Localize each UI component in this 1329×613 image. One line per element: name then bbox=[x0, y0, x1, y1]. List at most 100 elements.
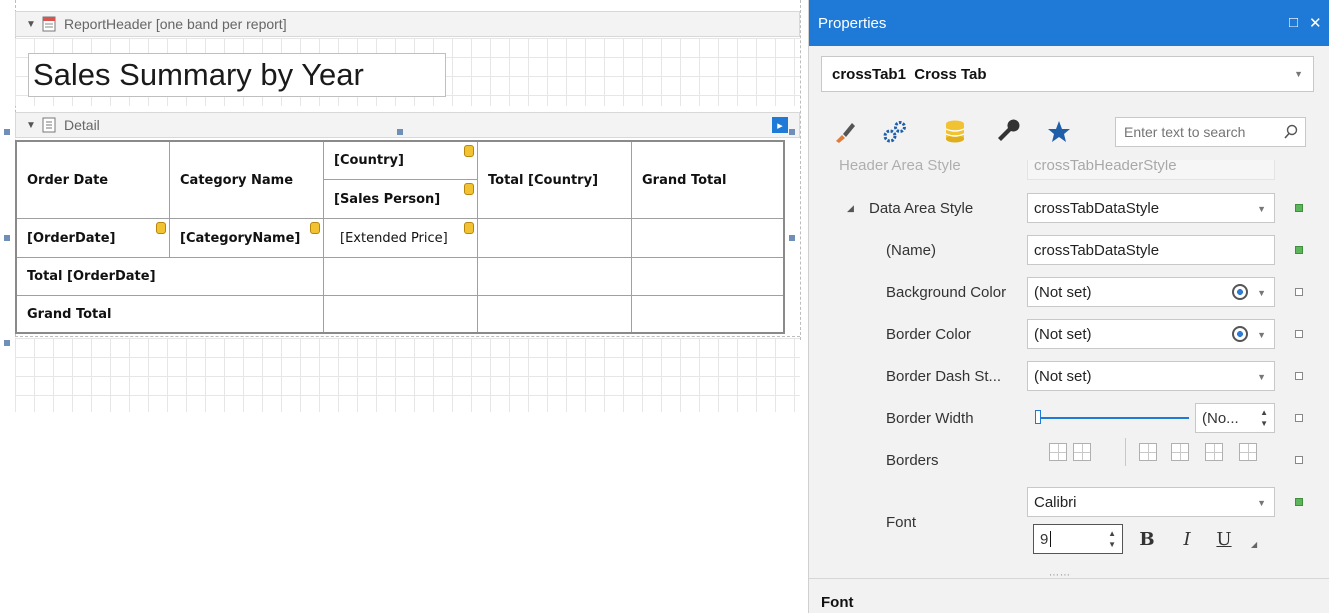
selection-handle[interactable] bbox=[789, 235, 795, 241]
property-value-text: (Not set) bbox=[1034, 325, 1092, 343]
selection-handle[interactable] bbox=[4, 340, 10, 346]
tab-design[interactable] bbox=[989, 114, 1029, 150]
property-value-text: crossTabDataStyle bbox=[1034, 241, 1160, 259]
report-designer-surface[interactable]: ▼ ReportHeader [one band per report] Sal… bbox=[0, 0, 808, 613]
chevron-down-icon[interactable]: ▼ bbox=[1257, 204, 1266, 214]
crosstab-grand-total-cell[interactable] bbox=[478, 296, 632, 332]
data-binding-icon bbox=[464, 222, 474, 234]
property-search-input[interactable] bbox=[1122, 123, 1276, 141]
splitter-grip-icon[interactable]: ⋯⋯ bbox=[1049, 570, 1071, 581]
underline-button[interactable]: U bbox=[1212, 524, 1236, 554]
crosstab-header-order-date[interactable]: Order Date bbox=[17, 142, 170, 219]
selection-handle[interactable] bbox=[4, 129, 10, 135]
collapse-arrow-icon[interactable]: ▼ bbox=[26, 19, 38, 30]
border-bottom-icon[interactable] bbox=[1239, 443, 1257, 461]
border-left-icon[interactable] bbox=[1139, 443, 1157, 461]
crosstab-header-country-text: [Country] bbox=[334, 153, 404, 168]
crosstab-data-extended-price[interactable]: [Extended Price] bbox=[324, 219, 478, 258]
property-value[interactable]: crossTabHeaderStyle bbox=[1027, 160, 1275, 180]
star-icon bbox=[1048, 121, 1070, 142]
border-right-icon[interactable] bbox=[1205, 443, 1223, 461]
property-value[interactable]: (Not set) ▼ bbox=[1027, 319, 1275, 349]
crosstab-header-country[interactable]: [Country] bbox=[324, 142, 478, 180]
crosstab-grand-total-cell[interactable] bbox=[324, 296, 478, 332]
properties-panel: Properties □ ✕ crossTab1 Cross Tab ▼ Ent… bbox=[808, 0, 1329, 613]
property-grid: Header Area Style crossTabHeaderStyle ◢ … bbox=[809, 160, 1329, 574]
object-selector-dropdown[interactable]: crossTab1 Cross Tab ▼ bbox=[821, 56, 1314, 92]
tab-behavior[interactable] bbox=[875, 114, 915, 150]
crosstab-row-grand-total[interactable]: Grand Total bbox=[17, 296, 324, 332]
crosstab-total-cell[interactable] bbox=[478, 258, 632, 296]
font-dialog-launcher-icon[interactable]: ◢ bbox=[1251, 540, 1257, 549]
property-search-box[interactable] bbox=[1115, 117, 1306, 147]
report-title-label[interactable]: Sales Summary by Year bbox=[28, 53, 446, 97]
selection-handle[interactable] bbox=[397, 129, 403, 135]
crosstab-header-grand-total[interactable]: Grand Total bbox=[632, 142, 783, 219]
selection-handle[interactable] bbox=[4, 235, 10, 241]
detail-band[interactable]: ▼ Detail bbox=[15, 112, 800, 138]
crosstab-data-grand-total-cell[interactable] bbox=[632, 219, 783, 258]
crosstab-row-category-name[interactable]: [CategoryName] bbox=[170, 219, 324, 258]
tab-favorites[interactable] bbox=[1039, 114, 1079, 150]
expander-icon[interactable]: ◢ bbox=[847, 187, 854, 229]
property-row-background-color[interactable]: Background Color (Not set) ▼ bbox=[809, 271, 1329, 313]
spin-arrows-icon[interactable]: ▲ ▼ bbox=[1260, 407, 1268, 429]
crosstab-data-total-cell[interactable] bbox=[478, 219, 632, 258]
crosstab-row-order-date[interactable]: [OrderDate] bbox=[17, 219, 170, 258]
crosstab-total-cell[interactable] bbox=[632, 258, 783, 296]
property-row-border-color[interactable]: Border Color (Not set) ▼ bbox=[809, 313, 1329, 355]
chevron-down-icon[interactable]: ▼ bbox=[1257, 330, 1266, 340]
font-size-spin-edit[interactable]: 9 ▲ ▼ bbox=[1033, 524, 1123, 554]
property-value[interactable]: crossTabDataStyle ▼ bbox=[1027, 193, 1275, 223]
collapse-arrow-icon[interactable]: ▼ bbox=[26, 120, 38, 131]
property-row-name[interactable]: (Name) crossTabDataStyle bbox=[809, 229, 1329, 271]
cross-tab-control[interactable]: Order Date Category Name [Country] [Sale… bbox=[15, 140, 785, 334]
property-value-text: crossTabDataStyle bbox=[1034, 199, 1160, 217]
property-label: Data Area Style bbox=[869, 199, 974, 217]
property-row-data-area-style[interactable]: ◢ Data Area Style crossTabDataStyle ▼ bbox=[809, 187, 1329, 229]
smart-tag-icon[interactable]: ▸ bbox=[772, 117, 788, 133]
tab-data[interactable] bbox=[935, 114, 975, 150]
brush-icon bbox=[836, 123, 855, 143]
property-label: (Name) bbox=[886, 241, 937, 259]
property-unset-marker bbox=[1295, 330, 1303, 338]
text-caret bbox=[1050, 531, 1052, 547]
property-row-border-width[interactable]: Border Width (No... ▲ ▼ bbox=[809, 397, 1329, 439]
crosstab-total-cell[interactable] bbox=[324, 258, 478, 296]
crosstab-header-total-country[interactable]: Total [Country] bbox=[478, 142, 632, 219]
border-width-slider-track[interactable] bbox=[1035, 417, 1189, 419]
chevron-down-icon[interactable]: ▼ bbox=[1257, 288, 1266, 298]
border-all-icon[interactable] bbox=[1049, 443, 1067, 461]
spin-arrows-icon[interactable]: ▲ ▼ bbox=[1108, 528, 1116, 550]
crosstab-header-category-name[interactable]: Category Name bbox=[170, 142, 324, 219]
property-value[interactable]: (Not set) ▼ bbox=[1027, 361, 1275, 391]
property-set-marker bbox=[1295, 498, 1303, 506]
maximize-icon[interactable]: □ bbox=[1289, 14, 1298, 31]
property-value[interactable]: Calibri ▼ bbox=[1027, 487, 1275, 517]
search-icon[interactable] bbox=[1283, 124, 1299, 140]
property-value[interactable]: crossTabDataStyle bbox=[1027, 235, 1275, 265]
property-row-border-dash-style[interactable]: Border Dash St... (Not set) ▼ bbox=[809, 355, 1329, 397]
crosstab-header-sales-person[interactable]: [Sales Person] bbox=[324, 180, 478, 219]
chevron-down-icon[interactable]: ▼ bbox=[1257, 498, 1266, 508]
color-picker-icon[interactable] bbox=[1232, 284, 1248, 300]
tab-appearance[interactable] bbox=[825, 114, 865, 150]
close-icon[interactable]: ✕ bbox=[1309, 14, 1322, 32]
property-row-header-area-style[interactable]: Header Area Style crossTabHeaderStyle bbox=[809, 160, 1329, 186]
border-width-spin-edit[interactable]: (No... ▲ ▼ bbox=[1195, 403, 1275, 433]
selection-handle[interactable] bbox=[789, 129, 795, 135]
property-set-marker bbox=[1295, 246, 1303, 254]
bold-button[interactable]: B bbox=[1135, 524, 1159, 554]
crosstab-row-total-order-date[interactable]: Total [OrderDate] bbox=[17, 258, 324, 296]
border-none-icon[interactable] bbox=[1073, 443, 1091, 461]
property-value[interactable]: (Not set) ▼ bbox=[1027, 277, 1275, 307]
report-header-band[interactable]: ▼ ReportHeader [one band per report] bbox=[15, 11, 800, 37]
color-picker-icon[interactable] bbox=[1232, 326, 1248, 342]
italic-button[interactable]: I bbox=[1175, 524, 1199, 554]
right-margin-guide bbox=[800, 0, 801, 340]
chevron-down-icon[interactable]: ▼ bbox=[1257, 372, 1266, 382]
border-top-icon[interactable] bbox=[1171, 443, 1189, 461]
crosstab-grand-total-cell[interactable] bbox=[632, 296, 783, 332]
report-header-icon bbox=[42, 16, 56, 32]
border-width-slider-thumb[interactable] bbox=[1035, 410, 1041, 424]
